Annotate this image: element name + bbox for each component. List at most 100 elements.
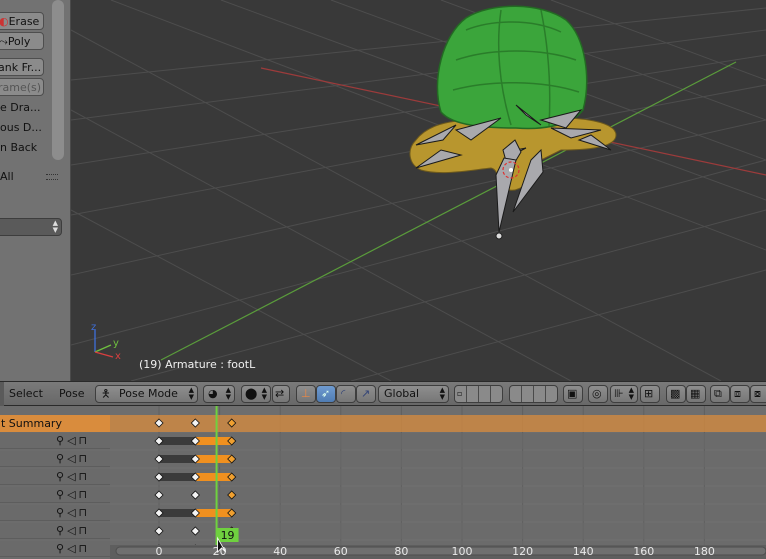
- dropdown-arrows-icon: ▲ ▼: [261, 386, 267, 401]
- manipulator-toggle[interactable]: ⇄: [272, 385, 290, 403]
- delete-frames-button[interactable]: rame(s): [0, 78, 44, 96]
- key-hold-selected: [195, 509, 232, 517]
- keyframe-canvas: 0 20 40 60 80 100 120 140 160 18019: [110, 406, 766, 559]
- channel-list: t Summary ⚲ ◁ ⊓ ⚲ ◁ ⊓ ⚲ ◁ ⊓ ⚲ ◁ ⊓ ⚲ ◁ ⊓ ⚲ ◁ ⊓ ⚲ ◁ ⊓: [0, 406, 110, 559]
- current-frame-label: 19: [221, 529, 235, 542]
- shelf-dropdown[interactable]: ▲ ▼: [0, 218, 62, 236]
- copy-pose-button[interactable]: ⧉: [710, 385, 730, 403]
- scale-icon: ↗: [361, 387, 371, 400]
- wrench-icon[interactable]: ⚲: [56, 434, 64, 447]
- rotate-icon: ➶: [321, 387, 331, 400]
- speaker-icon[interactable]: ◁: [67, 506, 75, 519]
- channel-row[interactable]: ⚲ ◁ ⊓: [0, 541, 110, 557]
- proportional-button[interactable]: ◎: [588, 385, 608, 403]
- wrench-icon[interactable]: ⚲: [56, 506, 64, 519]
- channel-row[interactable]: ⚲ ◁ ⊓: [0, 451, 110, 467]
- menu-select[interactable]: Select: [9, 387, 43, 400]
- shelf-item-in-back[interactable]: n Back: [0, 141, 37, 154]
- render-anim-button[interactable]: ▦: [686, 385, 706, 403]
- mode-select[interactable]: 🯅 Pose Mode ▲ ▼: [95, 385, 198, 403]
- frame-tick-label: 140: [573, 545, 594, 558]
- snap-target-button[interactable]: ⊞: [640, 385, 660, 403]
- 3d-viewport[interactable]: z y x (19) Armature : footL: [71, 0, 766, 381]
- layers-widget[interactable]: ▫: [454, 385, 503, 403]
- channel-row[interactable]: ⚲ ◁ ⊓: [0, 487, 110, 503]
- key-hold: [159, 437, 196, 445]
- orientation-select[interactable]: Global ▲ ▼: [378, 385, 449, 403]
- shelf-scrollbar[interactable]: [52, 0, 64, 160]
- ground-grid: [71, 0, 766, 381]
- gizmo-z-label: z: [91, 322, 96, 333]
- wrench-icon[interactable]: ⚲: [56, 470, 64, 483]
- render-button[interactable]: ▩: [666, 385, 686, 403]
- pivot-point-select[interactable]: ⬤ ▲ ▼: [241, 385, 271, 403]
- lock-icon[interactable]: ⊓: [79, 470, 88, 483]
- channel-track: [110, 487, 766, 503]
- gizmo-x-label: x: [115, 351, 121, 362]
- viewport-shading-select[interactable]: ◕ ▲ ▼: [203, 385, 235, 403]
- arc-button[interactable]: ◜: [336, 385, 356, 403]
- wrench-icon[interactable]: ⚲: [56, 452, 64, 465]
- dope-sheet[interactable]: t Summary ⚲ ◁ ⊓ ⚲ ◁ ⊓ ⚲ ◁ ⊓ ⚲ ◁ ⊓ ⚲ ◁ ⊓ ⚲ ◁ ⊓ ⚲ ◁ ⊓ 0 20 40 60 8…: [0, 406, 766, 559]
- poly-button[interactable]: ⤳Poly: [0, 32, 44, 50]
- wrench-icon[interactable]: ⚲: [56, 488, 64, 501]
- wrench-icon[interactable]: ⚲: [56, 524, 64, 537]
- key-hold: [159, 455, 196, 463]
- snap-select[interactable]: ⊪ ▲ ▼: [610, 385, 638, 403]
- channel-row[interactable]: ⚲ ◁ ⊓: [0, 523, 110, 539]
- lock-icon[interactable]: ⊓: [79, 434, 88, 447]
- gizmo-y-label: y: [113, 338, 119, 349]
- translate-button[interactable]: ⊥: [296, 385, 316, 403]
- speaker-icon[interactable]: ◁: [67, 542, 75, 555]
- frame-tick-label: 160: [633, 545, 654, 558]
- viewport-shading-icon: ◕: [208, 387, 218, 400]
- blank-frame-button[interactable]: ank Fr...: [0, 58, 44, 76]
- lock-icon: ▣: [567, 387, 578, 400]
- lock-layers-button[interactable]: ▣: [563, 385, 583, 403]
- lock-icon[interactable]: ⊓: [79, 524, 88, 537]
- paste-flipped-button[interactable]: ⧇: [750, 385, 766, 403]
- dropdown-arrows-icon: ▲ ▼: [52, 219, 58, 234]
- channel-row[interactable]: ⚲ ◁ ⊓: [0, 433, 110, 449]
- snap-target-icon: ⊞: [644, 387, 654, 400]
- speaker-icon[interactable]: ◁: [67, 452, 75, 465]
- speaker-icon[interactable]: ◁: [67, 434, 75, 447]
- speaker-icon[interactable]: ◁: [67, 524, 75, 537]
- paste-pose-button[interactable]: ⧈: [730, 385, 750, 403]
- lock-icon[interactable]: ⊓: [79, 506, 88, 519]
- layers-widget-2[interactable]: [509, 385, 558, 403]
- channel-row[interactable]: ⚲ ◁ ⊓: [0, 469, 110, 485]
- render-icon: ▩: [670, 387, 681, 400]
- arc-icon: ◜: [341, 387, 346, 400]
- frame-tick-label: 100: [452, 545, 473, 558]
- lock-icon[interactable]: ⊓: [79, 488, 88, 501]
- rotate-button[interactable]: ➶: [316, 385, 336, 403]
- snap-icon: ⊪: [614, 387, 624, 400]
- pivot-point-icon: ⬤: [245, 387, 258, 400]
- shelf-item-draw[interactable]: e Dra...: [0, 101, 41, 114]
- dropdown-arrows-icon: ▲ ▼: [439, 386, 445, 401]
- lock-icon[interactable]: ⊓: [79, 452, 88, 465]
- frame-tick-label: 120: [512, 545, 533, 558]
- menu-pose[interactable]: Pose: [59, 387, 84, 400]
- frame-tick-label: 0: [156, 545, 163, 558]
- wrench-icon[interactable]: ⚲: [56, 542, 64, 555]
- summary-channel[interactable]: t Summary: [0, 415, 110, 432]
- key-hold-selected: [195, 437, 232, 445]
- shelf-section-label: All: [0, 170, 14, 183]
- keyframe-area[interactable]: 0 20 40 60 80 100 120 140 160 180 19: [110, 406, 766, 559]
- frame-tick-label: 80: [394, 545, 408, 558]
- drag-handle-icon[interactable]: [46, 174, 58, 180]
- shelf-item-continuous-draw[interactable]: ous D...: [0, 121, 42, 134]
- scale-button[interactable]: ↗: [356, 385, 376, 403]
- channel-track: [110, 523, 766, 539]
- speaker-icon[interactable]: ◁: [67, 488, 75, 501]
- erase-button[interactable]: ◐Erase: [0, 12, 44, 30]
- key-hold-selected: [195, 473, 232, 481]
- layers-icon: ▫: [457, 389, 463, 398]
- paste-pose-icon: ⧈: [734, 387, 741, 400]
- lock-icon[interactable]: ⊓: [79, 542, 88, 555]
- speaker-icon[interactable]: ◁: [67, 470, 75, 483]
- channel-row[interactable]: ⚲ ◁ ⊓: [0, 505, 110, 521]
- viewport-scene: z y x: [71, 0, 766, 381]
